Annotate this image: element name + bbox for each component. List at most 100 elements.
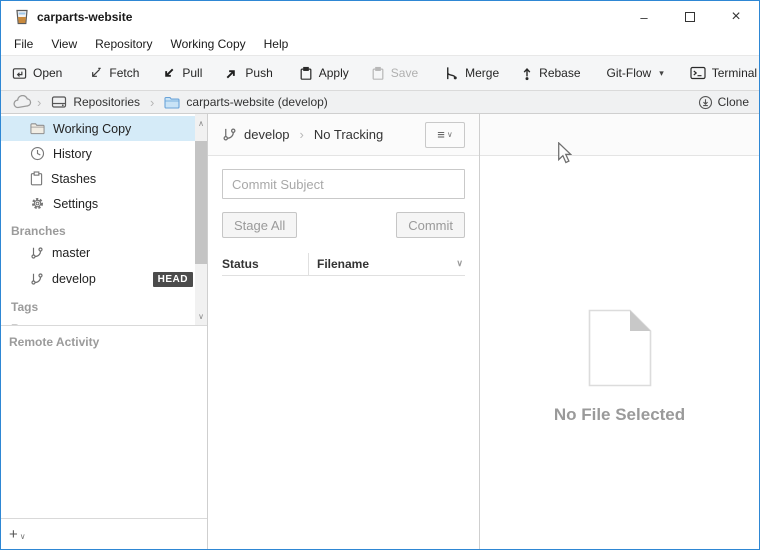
empty-file-icon	[588, 309, 652, 387]
window-controls: – ×	[621, 1, 759, 33]
open-button[interactable]: Open	[1, 56, 73, 90]
stage-all-button[interactable]: Stage All	[222, 212, 297, 238]
sidebar-bottom-bar: + ∨	[1, 518, 207, 549]
branch-item-master[interactable]: master	[1, 240, 196, 266]
sidebar-item-working-copy[interactable]: Working Copy	[1, 116, 196, 141]
branch-name: develop	[244, 127, 290, 142]
settings-gear-icon	[30, 196, 45, 211]
tracking-separator: ›	[297, 127, 307, 142]
repositories-icon	[51, 95, 67, 109]
sidebar: Working Copy History Stashes Settings	[1, 114, 208, 549]
fetch-button[interactable]: Fetch	[77, 56, 150, 90]
maximize-icon	[685, 12, 695, 22]
main-body: Working Copy History Stashes Settings	[1, 114, 759, 549]
remotes-section-clipped: Remotes	[1, 320, 196, 326]
apply-icon	[299, 66, 313, 81]
gitflow-caret-icon: ▾	[659, 68, 664, 79]
breadcrumb-separator: ›	[33, 95, 45, 110]
branch-icon	[222, 127, 237, 142]
sidebar-item-settings[interactable]: Settings	[1, 191, 196, 216]
merge-icon	[444, 66, 459, 81]
window-title: carparts-website	[37, 10, 132, 24]
pull-button[interactable]: Pull	[150, 56, 213, 90]
file-list-header: Status Filename ∨	[222, 252, 465, 276]
save-button[interactable]: Save	[360, 56, 429, 90]
close-button[interactable]: ×	[713, 1, 759, 33]
clone-button[interactable]: Clone	[698, 95, 749, 110]
repo-folder-icon	[164, 96, 180, 109]
menu-repository[interactable]: Repository	[86, 33, 161, 55]
column-options-icon[interactable]: ∨	[456, 258, 463, 269]
tracking-status: No Tracking	[314, 127, 383, 142]
no-file-selected-text: No File Selected	[554, 405, 685, 425]
terminal-icon	[690, 66, 706, 80]
menu-file[interactable]: File	[5, 33, 42, 55]
column-divider[interactable]	[308, 253, 309, 275]
sidebar-scrollbar[interactable]: ∧ ∨	[195, 114, 207, 325]
commit-panel: develop › No Tracking ≡ ∨ Stage All Comm…	[208, 114, 480, 549]
commit-button[interactable]: Commit	[396, 212, 465, 238]
toolbar: Open Fetch Pull Push Apply Save Merge	[1, 56, 759, 91]
detail-panel-header	[480, 114, 759, 156]
branches-section-header: Branches	[1, 222, 196, 240]
working-copy-folder-icon	[30, 122, 45, 135]
minimize-button[interactable]: –	[621, 1, 667, 33]
terminal-button[interactable]: Terminal	[679, 56, 760, 90]
scroll-down-icon[interactable]: ∨	[195, 309, 207, 323]
detail-panel: No File Selected	[480, 114, 759, 549]
breadcrumb-repositories[interactable]: Repositories	[45, 95, 146, 109]
open-icon	[12, 66, 27, 81]
sidebar-item-history[interactable]: History	[1, 141, 196, 166]
push-icon	[224, 66, 239, 81]
clone-icon	[698, 95, 713, 110]
commit-panel-header: develop › No Tracking ≡ ∨	[208, 114, 479, 156]
title-bar: carparts-website – ×	[1, 1, 759, 33]
add-repo-caret-icon[interactable]: ∨	[20, 532, 26, 541]
tags-section-header: Tags	[1, 298, 196, 316]
rebase-icon	[521, 66, 533, 81]
sidebar-scroll-area: Working Copy History Stashes Settings	[1, 114, 207, 326]
push-button[interactable]: Push	[213, 56, 283, 90]
save-icon	[371, 66, 385, 81]
cloud-icon	[13, 95, 33, 109]
gitflow-button[interactable]: Git-Flow ▾	[596, 56, 675, 90]
merge-button[interactable]: Merge	[433, 56, 510, 90]
menu-bar: File View Repository Working Copy Help	[1, 33, 759, 56]
fetch-icon	[88, 66, 103, 81]
head-badge: HEAD	[153, 272, 193, 287]
rebase-button[interactable]: Rebase	[510, 56, 591, 90]
branch-icon	[30, 272, 44, 286]
sourcetree-app-icon	[14, 9, 30, 25]
stashes-clipboard-icon	[30, 171, 43, 186]
add-repo-button[interactable]: +	[9, 526, 18, 543]
remotes-section-header: Remotes	[1, 320, 196, 326]
commit-options-button[interactable]: ≡ ∨	[425, 122, 465, 148]
history-clock-icon	[30, 146, 45, 161]
breadcrumb-separator: ›	[146, 95, 158, 110]
maximize-button[interactable]	[667, 1, 713, 33]
menu-working-copy[interactable]: Working Copy	[162, 33, 255, 55]
scrollbar-thumb[interactable]	[195, 141, 207, 264]
menu-help[interactable]: Help	[255, 33, 298, 55]
chevron-down-icon: ∨	[447, 130, 453, 139]
commit-actions-row: Stage All Commit	[222, 212, 465, 238]
breadcrumb-bar: › Repositories › carparts-website (devel…	[1, 91, 759, 114]
sidebar-empty-space	[1, 349, 207, 518]
current-branch-label: develop › No Tracking	[222, 127, 383, 142]
commit-subject-input[interactable]	[222, 169, 465, 199]
column-filename[interactable]: Filename	[317, 257, 456, 271]
sidebar-item-stashes[interactable]: Stashes	[1, 166, 196, 191]
detail-empty-state: No File Selected	[480, 156, 759, 549]
breadcrumb-repo[interactable]: carparts-website (develop)	[158, 95, 333, 109]
menu-view[interactable]: View	[42, 33, 86, 55]
remote-activity-header: Remote Activity	[1, 326, 207, 349]
pull-icon	[161, 66, 176, 81]
commit-body: Stage All Commit Status Filename ∨	[208, 156, 479, 276]
column-status[interactable]: Status	[222, 257, 308, 271]
hamburger-icon: ≡	[437, 127, 445, 142]
branch-item-develop[interactable]: develop HEAD	[1, 266, 196, 292]
app-window: carparts-website – × File View Repositor…	[0, 0, 760, 550]
apply-button[interactable]: Apply	[288, 56, 360, 90]
scroll-up-icon[interactable]: ∧	[195, 116, 207, 130]
branch-icon	[30, 246, 44, 260]
